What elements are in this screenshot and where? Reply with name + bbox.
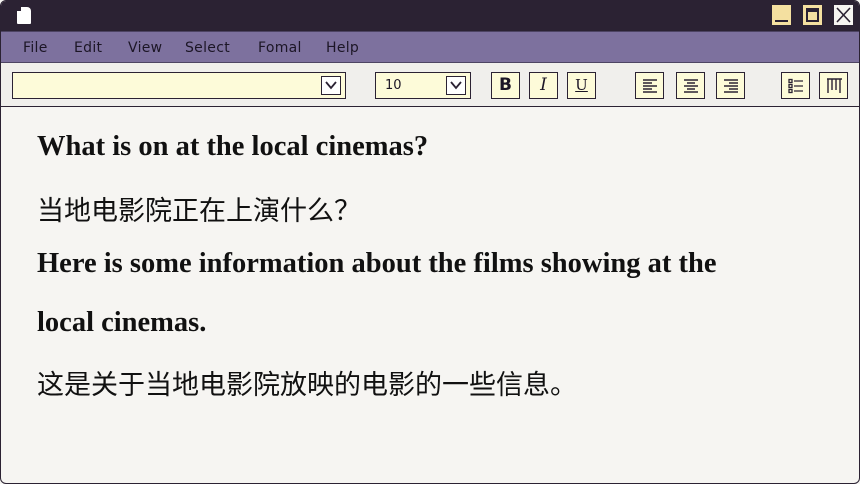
menu-select[interactable]: Select — [185, 40, 230, 56]
font-dropdown-button[interactable] — [321, 76, 341, 95]
bullet-list-button[interactable] — [781, 72, 810, 99]
menu-help[interactable]: Help — [326, 40, 359, 56]
menu-format[interactable]: Fomal — [258, 40, 302, 56]
toolbar: 10 B I U — [1, 63, 859, 107]
chevron-down-icon — [325, 81, 337, 90]
align-center-icon — [684, 79, 698, 93]
align-left-button[interactable] — [635, 72, 664, 99]
italic-icon: I — [540, 75, 547, 95]
doc-line-2: 当地电影院正在上演什么？ — [37, 196, 361, 227]
font-size-select[interactable]: 10 — [375, 72, 471, 99]
doc-line-1: What is on at the local cinemas? — [37, 131, 429, 162]
bold-icon: B — [499, 75, 512, 95]
underline-button[interactable]: U — [567, 72, 596, 99]
doc-line-4: local cinemas. — [37, 307, 207, 338]
align-right-icon — [724, 79, 738, 93]
underline-icon: U — [575, 76, 588, 94]
close-icon — [836, 7, 851, 23]
menu-file[interactable]: File — [23, 40, 48, 56]
align-right-button[interactable] — [716, 72, 745, 99]
bullet-list-icon — [788, 78, 803, 94]
chevron-down-icon — [450, 81, 462, 90]
menu-bar: File Edit View Select Fomal Help — [1, 31, 859, 63]
doc-line-5: 这是关于当地电影院放映的电影的一些信息。 — [37, 370, 577, 401]
title-bar[interactable] — [1, 1, 859, 31]
align-center-button[interactable] — [676, 72, 705, 99]
document-icon — [17, 7, 31, 24]
editor-window: File Edit View Select Fomal Help 10 B I … — [0, 0, 860, 484]
size-dropdown-button[interactable] — [446, 76, 466, 95]
columns-button[interactable] — [819, 72, 848, 99]
bold-button[interactable]: B — [491, 72, 520, 99]
maximize-button[interactable] — [802, 4, 823, 26]
font-size-value: 10 — [385, 78, 402, 93]
doc-line-3: Here is some information about the films… — [37, 248, 717, 279]
align-left-icon — [643, 79, 657, 93]
italic-button[interactable]: I — [529, 72, 558, 99]
close-button[interactable] — [833, 4, 854, 26]
menu-view[interactable]: View — [128, 40, 162, 56]
columns-icon — [827, 78, 842, 93]
menu-edit[interactable]: Edit — [74, 40, 102, 56]
minimize-button[interactable] — [771, 4, 792, 26]
font-family-select[interactable] — [12, 72, 346, 99]
